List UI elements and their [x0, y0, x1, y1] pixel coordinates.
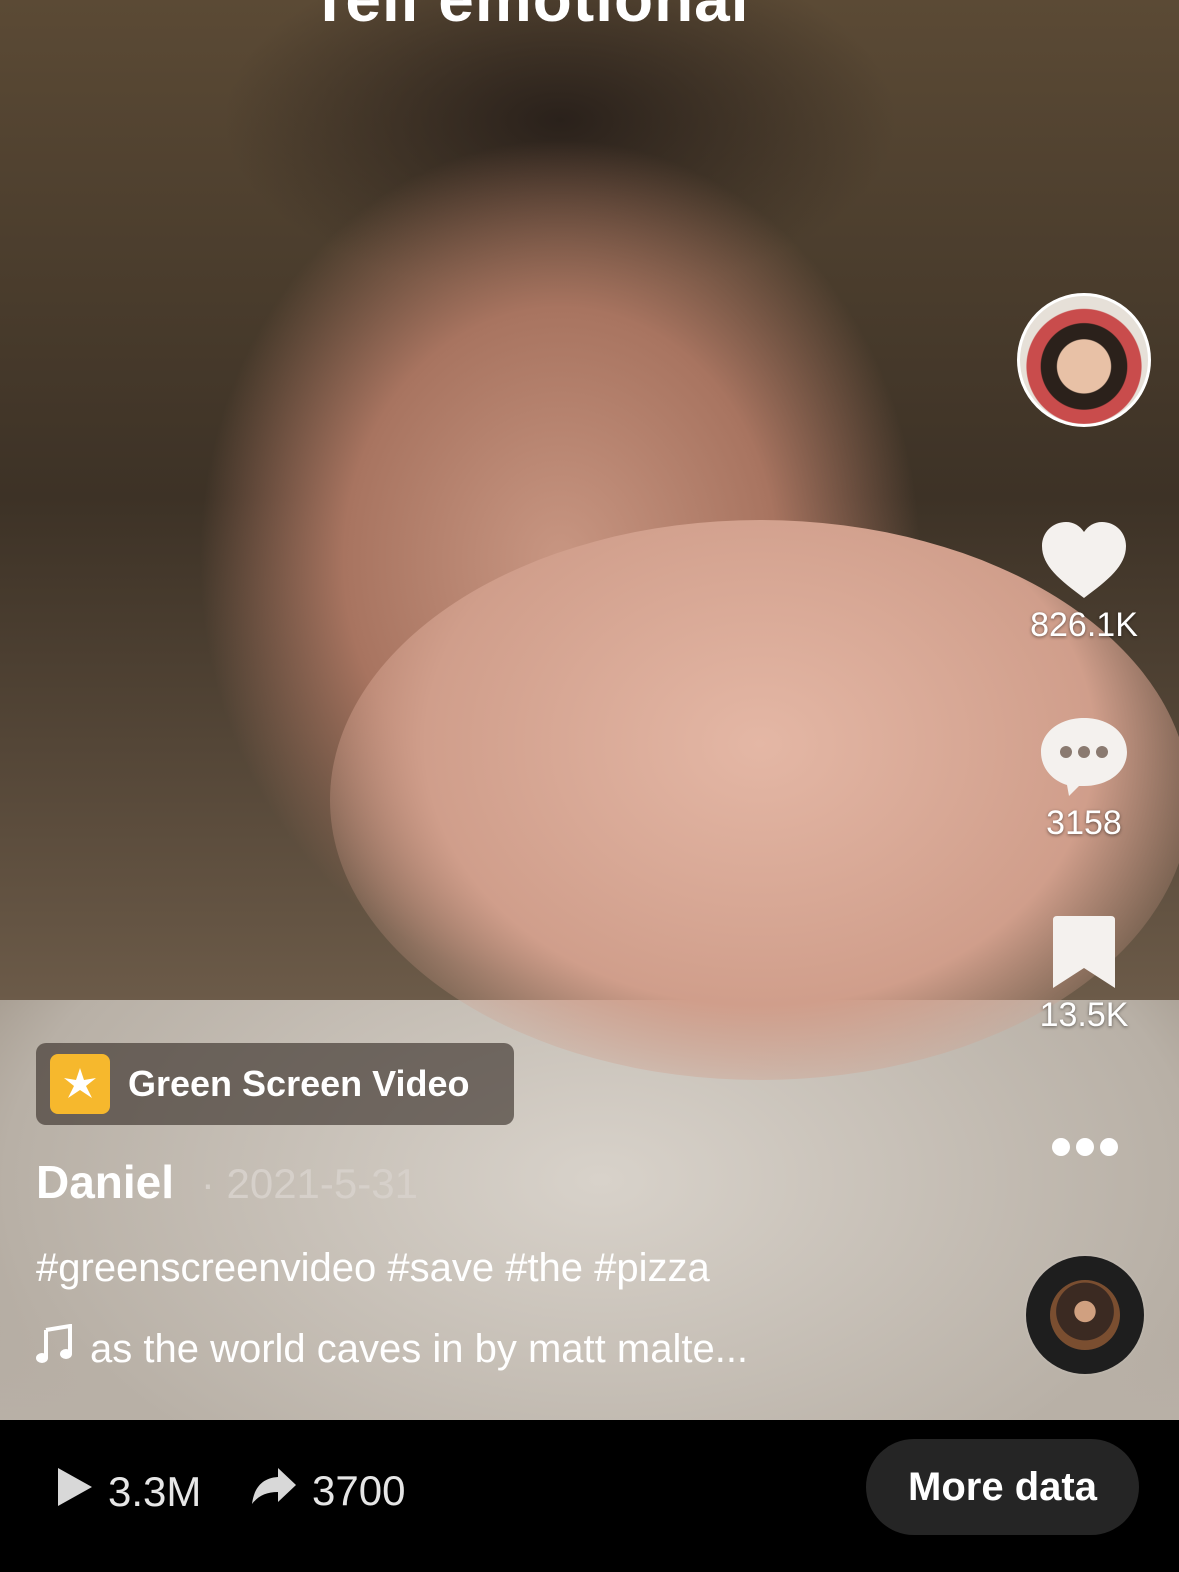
share-stat: 3700: [250, 1466, 405, 1516]
music-note-icon: [36, 1323, 72, 1374]
bookmark-icon[interactable]: [1014, 914, 1154, 990]
heart-icon[interactable]: [1014, 520, 1154, 600]
effect-tag[interactable]: Green Screen Video: [36, 1043, 514, 1125]
comment-count: 3158: [1046, 804, 1122, 842]
creator-avatar[interactable]: [1017, 293, 1151, 427]
post-meta: Daniel · 2021-5-31: [36, 1155, 418, 1209]
post-caption[interactable]: #greenscreenvideo #save #the #pizza: [36, 1246, 710, 1291]
username[interactable]: Daniel: [36, 1156, 174, 1208]
music-cover: [1050, 1280, 1120, 1350]
like-action[interactable]: 826.1K: [1014, 520, 1154, 645]
post-date: · 2021-5-31: [200, 1160, 418, 1207]
play-icon: [56, 1466, 108, 1518]
comment-action[interactable]: 3158: [1014, 716, 1154, 843]
play-stat: 3.3M: [56, 1466, 201, 1518]
like-count: 826.1K: [1030, 606, 1138, 644]
effect-icon: [50, 1054, 110, 1114]
more-icon[interactable]: [1050, 1135, 1120, 1159]
more-data-button[interactable]: More data: [866, 1439, 1139, 1535]
share-count: 3700: [312, 1467, 406, 1514]
save-action[interactable]: 13.5K: [1014, 914, 1154, 1035]
sound-info[interactable]: as the world caves in by matt malte...: [36, 1323, 749, 1374]
sound-title: as the world caves in by matt malte...: [90, 1326, 749, 1371]
comment-icon[interactable]: [1014, 716, 1154, 798]
play-count: 3.3M: [108, 1468, 202, 1515]
video-overlay-text: Tell emotional: [310, 0, 750, 36]
effect-label: Green Screen Video: [128, 1063, 470, 1104]
save-count: 13.5K: [1039, 996, 1129, 1034]
share-icon: [250, 1466, 312, 1516]
music-disc[interactable]: [1026, 1256, 1144, 1374]
